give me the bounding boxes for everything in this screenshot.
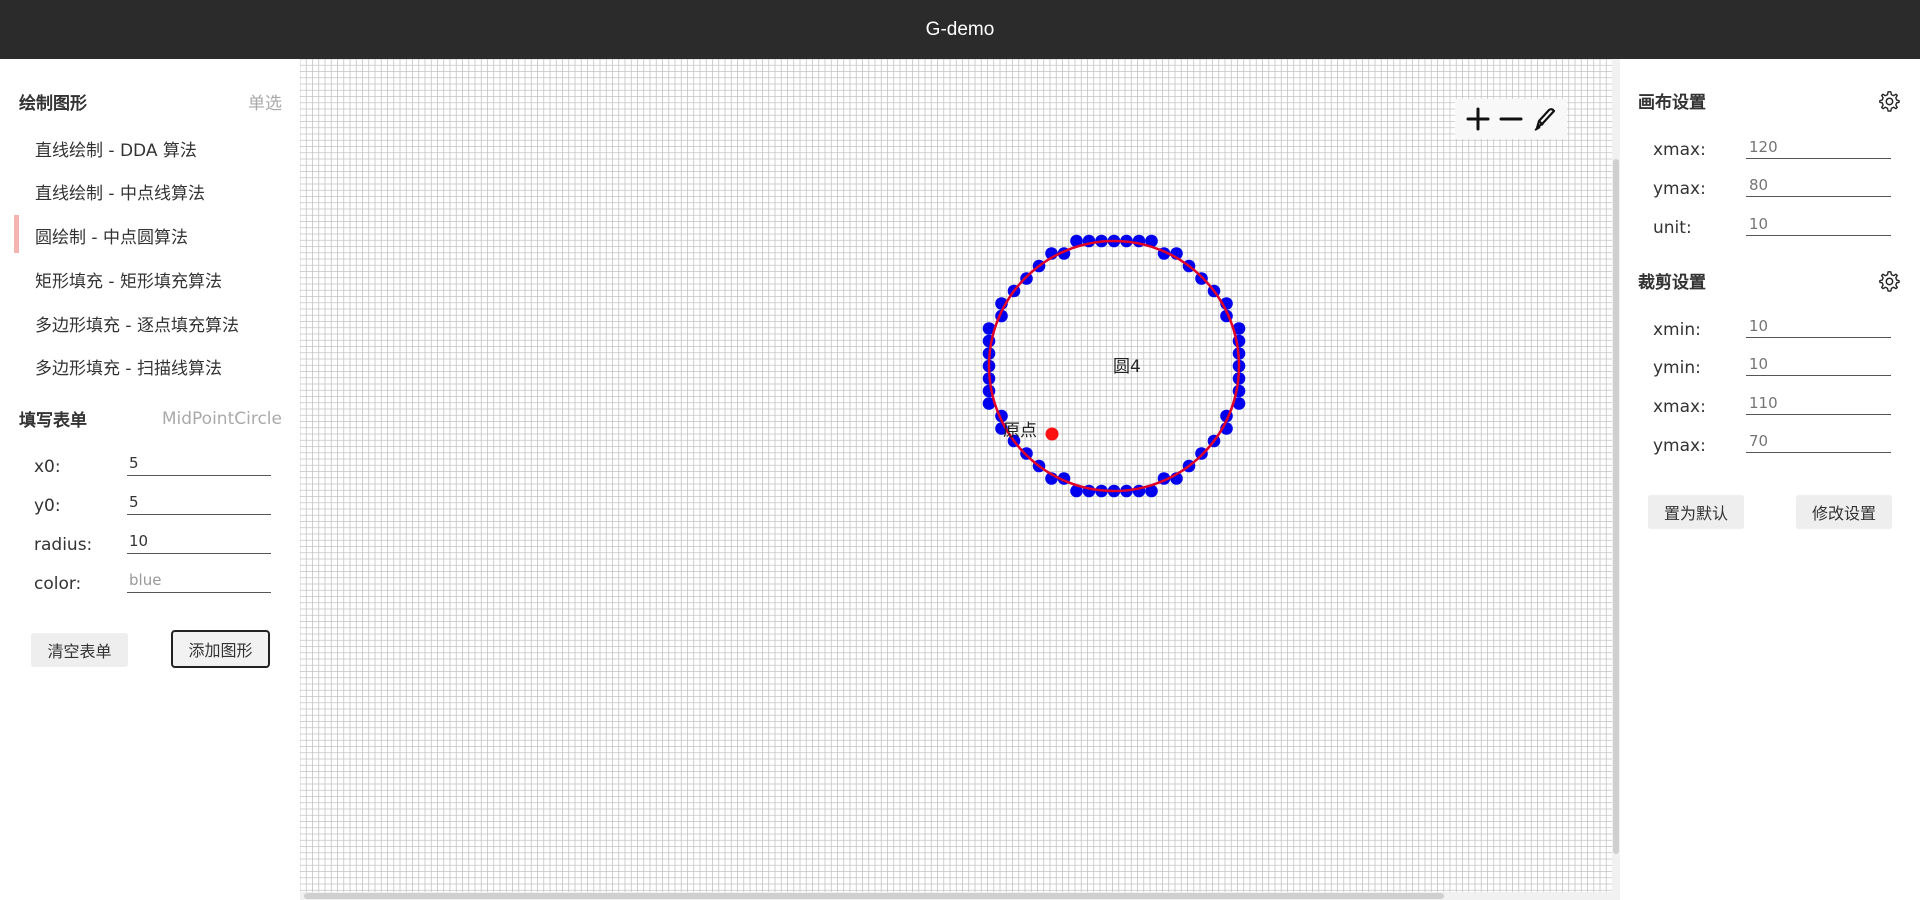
left-panel: 绘制图形 单选 直线绘制 - DDA 算法 直线绘制 - 中点线算法 圆绘制 -… [0,59,300,900]
clip-xmax-label: xmax: [1653,397,1706,417]
grid-lines [300,59,1612,892]
canvas-unit-input[interactable] [1746,212,1891,236]
clip-xmax-input[interactable] [1746,391,1891,415]
canvas-unit-label: unit: [1653,218,1692,238]
y0-label: y0: [34,496,61,516]
canvas-settings-header: 画布设置 [1638,88,1900,113]
x0-label: x0: [34,457,61,477]
active-menu-indicator [14,215,19,253]
app-header: G-demo [0,0,1920,59]
radius-label: radius: [34,535,93,555]
color-input[interactable] [127,567,271,593]
y0-input[interactable] [127,489,271,515]
clip-ymax-input[interactable] [1746,429,1891,453]
grid-path [300,59,1612,892]
menu-item-dda-line[interactable]: 直线绘制 - DDA 算法 [35,136,197,161]
shape-label: 圆4 [1113,357,1141,377]
canvas-xmax-input[interactable] [1746,135,1891,159]
canvas-xmax-label: xmax: [1653,140,1706,160]
drawing-canvas[interactable]: 原点 圆4 [300,59,1620,900]
canvas-toolbar [1455,99,1567,139]
pen-icon [1534,108,1556,131]
zoom-in-button[interactable] [1462,103,1494,135]
clip-ymin-label: ymin: [1653,358,1701,378]
selection-mode-label: 单选 [248,94,282,114]
edit-button[interactable] [1528,103,1560,135]
canvas-ymax-label: ymax: [1653,179,1706,199]
radius-input[interactable] [127,528,271,554]
clip-settings-header: 裁剪设置 [1638,268,1900,293]
clear-form-button[interactable]: 清空表单 [31,633,128,667]
x0-input[interactable] [127,450,271,476]
apply-settings-button[interactable]: 修改设置 [1796,495,1892,529]
menu-item-midpoint-line[interactable]: 直线绘制 - 中点线算法 [35,179,205,204]
clip-settings-gear-icon[interactable] [1878,270,1900,292]
clip-settings-title: 裁剪设置 [1638,273,1706,293]
form-section-header: 填写表单 MidPointCircle [19,406,282,432]
pixel-grid[interactable]: 原点 圆4 [300,59,1612,892]
clip-ymin-input[interactable] [1746,352,1891,376]
origin-point[interactable] [1045,427,1059,441]
right-panel: 画布设置 xmax: ymax: unit: 裁剪设置 xmin: ymin: … [1620,59,1920,900]
draw-section-title: 绘制图形 [19,94,87,114]
canvas-settings-title: 画布设置 [1638,93,1706,113]
menu-item-polygon-point-fill[interactable]: 多边形填充 - 逐点填充算法 [35,311,239,336]
menu-item-polygon-scanline-fill[interactable]: 多边形填充 - 扫描线算法 [35,354,222,379]
plus-icon [1466,107,1490,131]
origin-label: 原点 [1003,421,1037,441]
add-shape-button[interactable]: 添加图形 [171,630,270,668]
clip-ymax-label: ymax: [1653,436,1706,456]
horizontal-scrollbar[interactable] [300,892,1612,900]
canvas-ymax-input[interactable] [1746,173,1891,197]
algorithm-name: MidPointCircle [161,408,282,429]
color-label: color: [34,574,82,594]
vertical-scrollbar[interactable] [1612,59,1620,900]
clip-xmin-label: xmin: [1653,320,1701,340]
reset-default-button[interactable]: 置为默认 [1648,495,1744,529]
vertical-scroll-thumb[interactable] [1613,159,1619,854]
menu-item-midpoint-circle[interactable]: 圆绘制 - 中点圆算法 [35,223,188,248]
canvas-settings-gear-icon[interactable] [1878,90,1900,112]
zoom-out-button[interactable] [1495,103,1527,135]
menu-item-rect-fill[interactable]: 矩形填充 - 矩形填充算法 [35,267,222,292]
horizontal-scroll-thumb[interactable] [304,893,1444,899]
app-title: G-demo [925,18,995,40]
clip-xmin-input[interactable] [1746,314,1891,338]
form-section-title: 填写表单 [19,411,87,431]
minus-icon [1499,117,1523,121]
draw-section-header: 绘制图形 单选 [19,89,282,114]
